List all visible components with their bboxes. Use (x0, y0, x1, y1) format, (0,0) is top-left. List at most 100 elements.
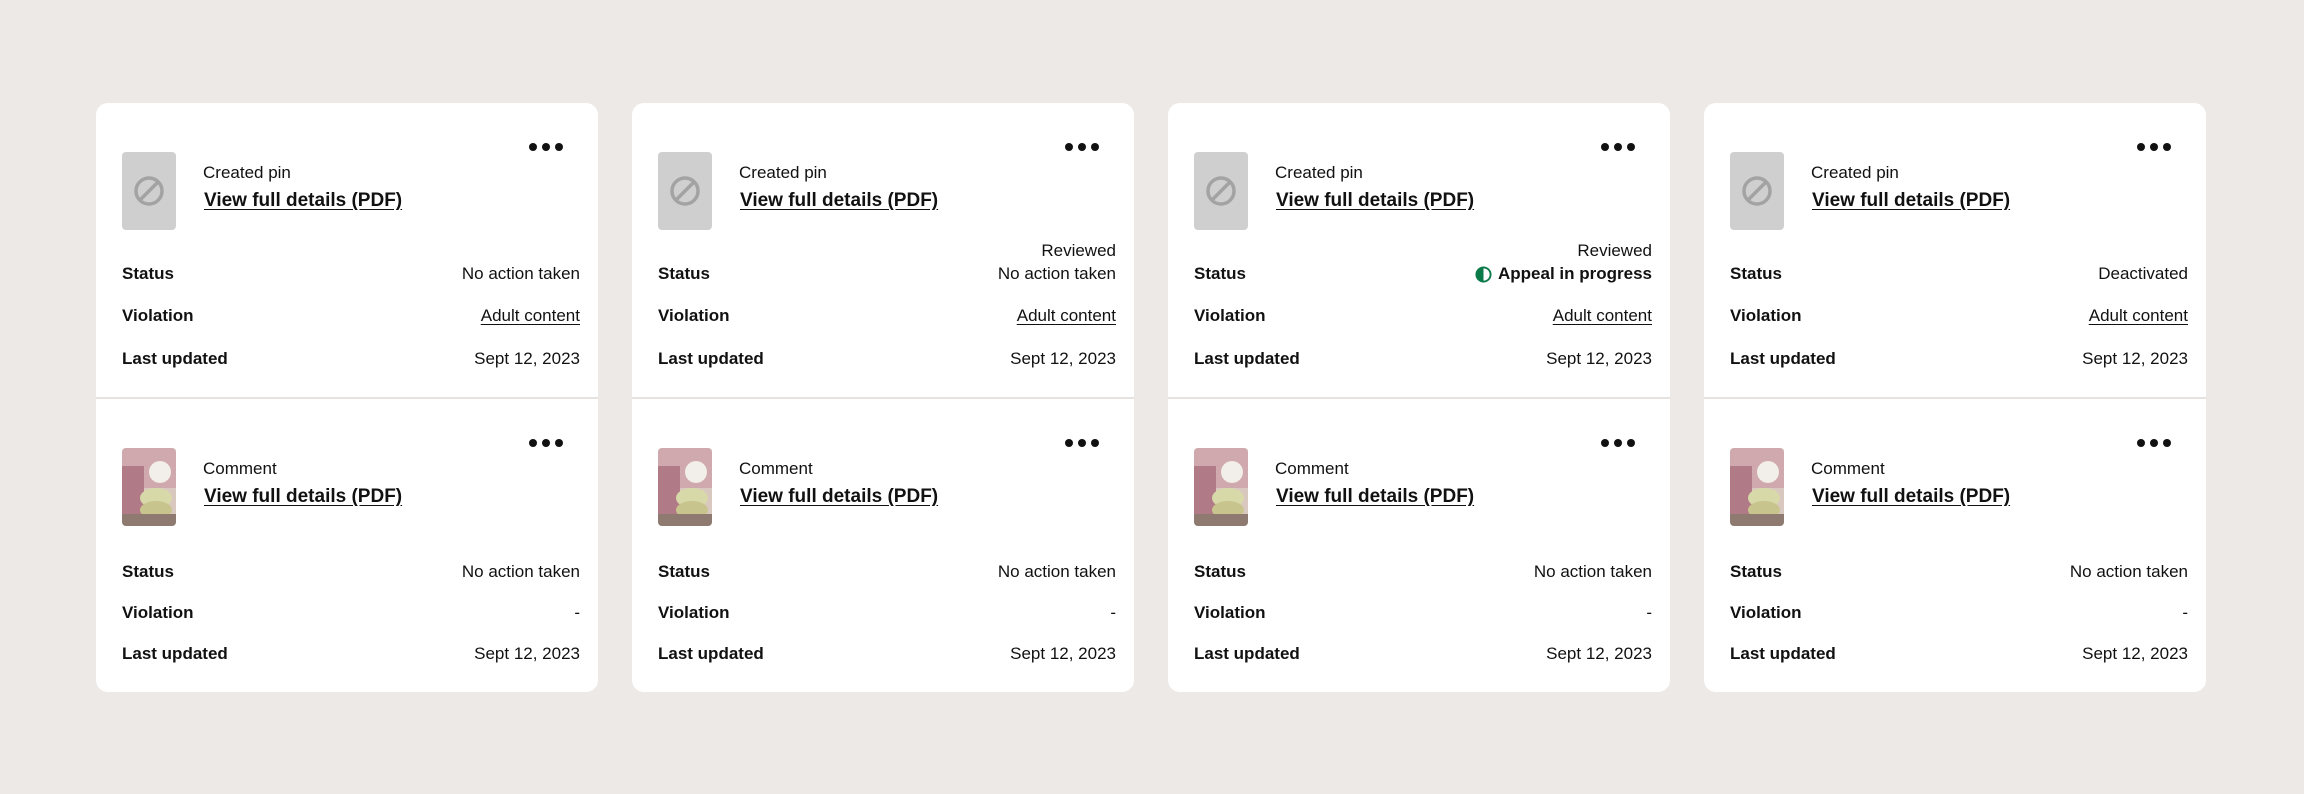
view-details-link[interactable]: View full details (PDF) (1276, 190, 1474, 212)
pin-report-section: Created pin View full details (PDF) Stat… (96, 103, 598, 397)
more-dot (2150, 439, 2158, 447)
more-options-button[interactable] (529, 433, 563, 453)
comment-thumbnail (658, 448, 712, 526)
violation-row: Violation Adult content (1730, 306, 2188, 326)
view-details-link[interactable]: View full details (PDF) (204, 190, 402, 212)
more-horizontal-icon (529, 439, 537, 447)
pin-thumbnail (1730, 152, 1784, 230)
violation-link[interactable]: Adult content (1017, 306, 1116, 326)
status-row: Status No action taken (658, 562, 1116, 582)
more-dot (1614, 143, 1622, 151)
report-card: Created pin View full details (PDF) Stat… (96, 103, 598, 692)
last-updated-row: Last updated Sept 12, 2023 (1730, 349, 2188, 369)
last-updated-value: Sept 12, 2023 (1010, 349, 1116, 368)
status-label: Status (1730, 562, 1782, 581)
more-dot (1614, 439, 1622, 447)
status-row: Status No action taken (122, 264, 580, 284)
view-details-link[interactable]: View full details (PDF) (1812, 190, 2010, 212)
more-options-button[interactable] (1065, 137, 1099, 157)
more-dot (1627, 439, 1635, 447)
last-updated-label: Last updated (658, 349, 764, 368)
content-type-label: Comment (1275, 459, 1349, 478)
photo-icon (658, 448, 712, 526)
more-horizontal-icon (2137, 143, 2145, 151)
view-details-link[interactable]: View full details (PDF) (1812, 486, 2010, 508)
more-options-button[interactable] (2137, 433, 2171, 453)
status-label: Status (1730, 264, 1782, 283)
last-updated-row: Last updated Sept 12, 2023 (1194, 644, 1652, 664)
pin-report-section: Created pin View full details (PDF) Revi… (1168, 103, 1670, 397)
status-value: No action taken (997, 264, 1116, 283)
violation-value: - (1646, 603, 1652, 622)
last-updated-row: Last updated Sept 12, 2023 (122, 349, 580, 369)
violation-value: - (2182, 603, 2188, 622)
more-dot (555, 439, 563, 447)
status-label: Status (1194, 264, 1246, 283)
violation-label: Violation (122, 603, 194, 622)
violation-link[interactable]: Adult content (2089, 306, 2188, 326)
blocked-icon (134, 176, 164, 206)
more-options-button[interactable] (529, 137, 563, 157)
violation-label: Violation (122, 306, 194, 325)
more-options-button[interactable] (1065, 433, 1099, 453)
last-updated-value: Sept 12, 2023 (2082, 349, 2188, 368)
appeal-status-text: Appeal in progress (1498, 264, 1652, 283)
violation-label: Violation (658, 306, 730, 325)
violation-link[interactable]: Adult content (1553, 306, 1652, 326)
last-updated-row: Last updated Sept 12, 2023 (1194, 349, 1652, 369)
blocked-icon (1206, 176, 1236, 206)
more-dot (2163, 143, 2171, 151)
violation-row: Violation Adult content (122, 306, 580, 326)
comment-report-section: Comment View full details (PDF) Status No… (632, 397, 1134, 692)
comment-report-section: Comment View full details (PDF) Status No… (96, 397, 598, 692)
photo-icon (1730, 448, 1784, 526)
violation-row: Violation Adult content (1194, 306, 1652, 326)
more-dot (2150, 143, 2158, 151)
blocked-icon (670, 176, 700, 206)
view-details-link[interactable]: View full details (PDF) (204, 486, 402, 508)
more-dot (1091, 439, 1099, 447)
status-row: Status No action taken (122, 562, 580, 582)
pin-report-section: Created pin View full details (PDF) Stat… (1704, 103, 2206, 397)
comment-thumbnail (122, 448, 176, 526)
violation-label: Violation (1730, 306, 1802, 325)
comment-report-section: Comment View full details (PDF) Status No… (1704, 397, 2206, 692)
last-updated-row: Last updated Sept 12, 2023 (658, 349, 1116, 369)
pin-report-section: Created pin View full details (PDF) Revi… (632, 103, 1134, 397)
status-label: Status (1194, 562, 1246, 581)
content-type-label: Comment (1811, 459, 1885, 478)
status-value: No action taken (1533, 562, 1652, 581)
comment-thumbnail (1730, 448, 1784, 526)
violation-link[interactable]: Adult content (481, 306, 580, 326)
blocked-icon (1742, 176, 1772, 206)
photo-icon (1194, 448, 1248, 526)
view-details-link[interactable]: View full details (PDF) (740, 190, 938, 212)
last-updated-label: Last updated (1194, 349, 1300, 368)
content-type-label: Created pin (203, 163, 291, 182)
status-value: Appeal in progress (1475, 264, 1652, 284)
more-dot (1078, 439, 1086, 447)
violation-row: Violation - (1194, 603, 1652, 623)
more-horizontal-icon (2137, 439, 2145, 447)
violation-label: Violation (1730, 603, 1802, 622)
reviewed-label: Reviewed (1577, 241, 1652, 260)
pin-thumbnail (1194, 152, 1248, 230)
status-value: Deactivated (2098, 264, 2188, 283)
more-options-button[interactable] (1601, 137, 1635, 157)
view-details-link[interactable]: View full details (PDF) (1276, 486, 1474, 508)
violation-row: Violation - (658, 603, 1116, 623)
more-options-button[interactable] (1601, 433, 1635, 453)
last-updated-row: Last updated Sept 12, 2023 (1730, 644, 2188, 664)
violation-row: Violation - (1730, 603, 2188, 623)
violation-row: Violation Adult content (658, 306, 1116, 326)
view-details-link[interactable]: View full details (PDF) (740, 486, 938, 508)
status-value: No action taken (2069, 562, 2188, 581)
last-updated-value: Sept 12, 2023 (2082, 644, 2188, 663)
status-label: Status (658, 562, 710, 581)
last-updated-value: Sept 12, 2023 (474, 644, 580, 663)
status-label: Status (658, 264, 710, 283)
more-horizontal-icon (1601, 143, 1609, 151)
more-dot (542, 439, 550, 447)
more-options-button[interactable] (2137, 137, 2171, 157)
violation-label: Violation (1194, 306, 1266, 325)
